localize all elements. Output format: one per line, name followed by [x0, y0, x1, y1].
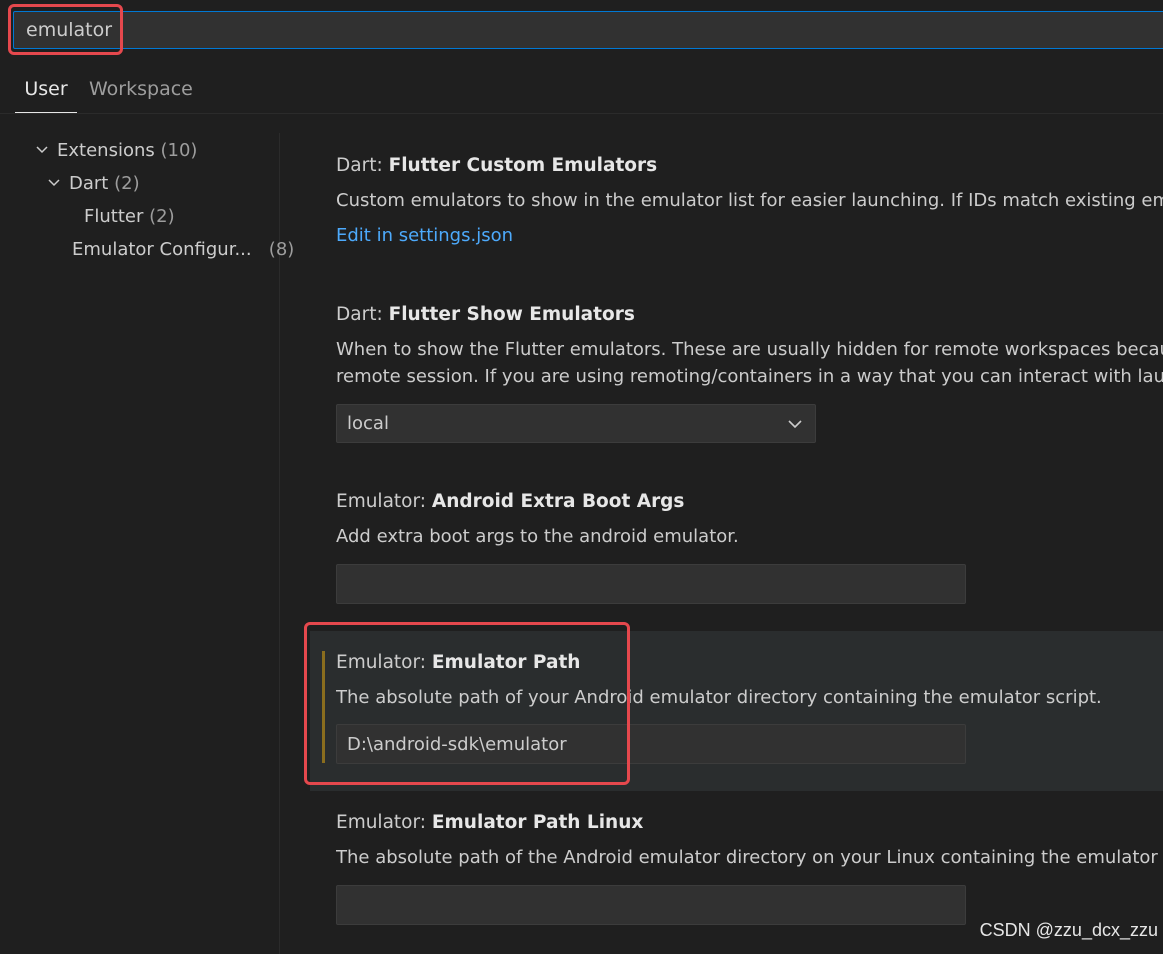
- setting-title: Emulator: Emulator Path: [336, 650, 1163, 676]
- select-value: local: [347, 413, 389, 434]
- setting-category: Emulator:: [336, 812, 432, 833]
- setting-title: Dart: Flutter Show Emulators: [336, 302, 1163, 328]
- setting-description: When to show the Flutter emulators. Thes…: [336, 339, 1163, 360]
- table-of-contents: Extensions (10) Dart (2) Flutter (2) Emu…: [0, 133, 294, 954]
- setting-flutter-custom-emulators: Dart: Flutter Custom Emulators Custom em…: [336, 153, 1163, 263]
- toc-item-count: (10): [160, 140, 198, 161]
- toc-item-flutter[interactable]: Flutter (2): [84, 202, 175, 232]
- toc-item-emulator-configuration[interactable]: Emulator Configur... (8): [72, 235, 294, 265]
- tabs-divider: [0, 113, 1163, 114]
- setting-category: Dart:: [336, 155, 389, 176]
- toc-item-count: (2): [114, 173, 140, 194]
- setting-title: Emulator: Emulator Path Linux: [336, 810, 1163, 836]
- setting-name: Emulator Path: [431, 652, 581, 673]
- toc-item-label: Dart: [69, 173, 109, 194]
- setting-description: The absolute path of the Android emulato…: [336, 847, 1163, 868]
- search-input[interactable]: [26, 12, 1126, 48]
- toc-item-label: Flutter: [84, 206, 144, 227]
- extra-boot-args-input[interactable]: [336, 564, 966, 604]
- toc-item-extensions[interactable]: Extensions (10): [35, 136, 197, 166]
- search-bar[interactable]: [13, 11, 1163, 49]
- setting-name: Flutter Show Emulators: [388, 304, 635, 325]
- toc-item-label: Emulator Configur...: [72, 239, 252, 260]
- chevron-down-icon: [788, 420, 802, 429]
- setting-description: remote session. If you are using remotin…: [336, 366, 1163, 387]
- setting-name: Flutter Custom Emulators: [388, 155, 658, 176]
- tab-workspace[interactable]: Workspace: [89, 70, 193, 114]
- setting-android-extra-boot-args: Emulator: Android Extra Boot Args Add ex…: [336, 489, 1163, 609]
- setting-emulator-path-linux: Emulator: Emulator Path Linux The absolu…: [336, 810, 1163, 930]
- setting-category: Emulator:: [336, 652, 432, 673]
- setting-description: Add extra boot args to the android emula…: [336, 526, 739, 547]
- toc-item-count: (8): [268, 239, 295, 260]
- chevron-down-icon: [48, 179, 60, 187]
- watermark: CSDN @zzu_dcx_zzu: [979, 920, 1158, 940]
- toc-item-count: (2): [149, 206, 175, 227]
- setting-title: Emulator: Android Extra Boot Args: [336, 489, 1163, 515]
- emulator-path-input[interactable]: [336, 724, 966, 764]
- settings-editor: User Workspace Extensions (10) Dart (2) …: [0, 0, 1163, 954]
- setting-category: Emulator:: [336, 491, 432, 512]
- setting-description: Custom emulators to show in the emulator…: [336, 190, 1163, 211]
- setting-description: The absolute path of your Android emulat…: [336, 687, 1102, 708]
- chevron-down-icon: [36, 146, 48, 154]
- setting-name: Android Extra Boot Args: [431, 491, 685, 512]
- modified-indicator: [322, 651, 325, 763]
- setting-emulator-path: Emulator: Emulator Path The absolute pat…: [336, 650, 1163, 770]
- tab-user[interactable]: User: [15, 70, 77, 114]
- show-emulators-select[interactable]: local: [336, 404, 816, 443]
- edit-in-settings-json-link[interactable]: Edit in settings.json: [336, 223, 1163, 249]
- toc-item-dart[interactable]: Dart (2): [47, 169, 140, 199]
- setting-title: Dart: Flutter Custom Emulators: [336, 153, 1163, 179]
- toc-item-label: Extensions: [57, 140, 155, 161]
- setting-name: Emulator Path Linux: [431, 812, 644, 833]
- setting-flutter-show-emulators: Dart: Flutter Show Emulators When to sho…: [336, 302, 1163, 447]
- emulator-path-linux-input[interactable]: [336, 885, 966, 925]
- setting-category: Dart:: [336, 304, 389, 325]
